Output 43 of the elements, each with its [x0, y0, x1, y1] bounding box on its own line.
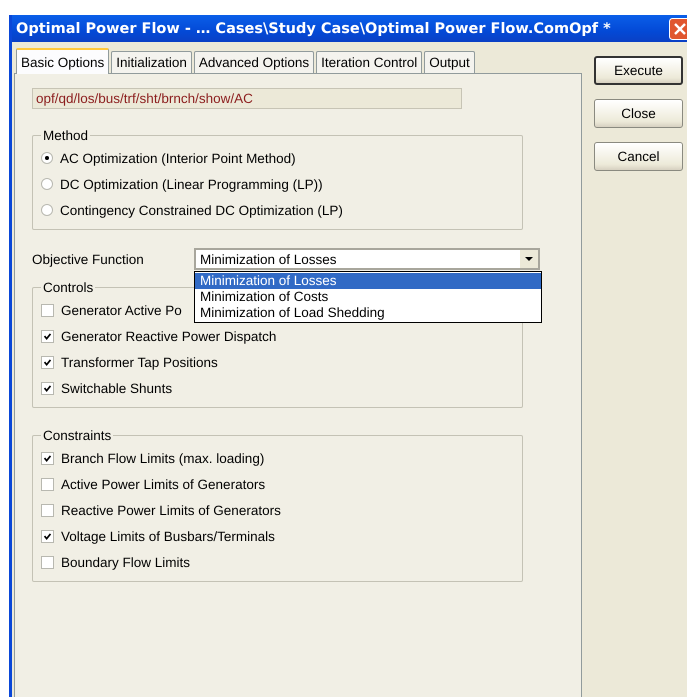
tab[interactable]: Iteration Control: [316, 51, 422, 73]
radio-button[interactable]: [41, 152, 53, 164]
objective-dropdown[interactable]: Minimization of Losses: [194, 248, 540, 270]
tab[interactable]: Basic Options: [16, 48, 110, 74]
checkbox-label: Reactive Power Limits of Generators: [61, 502, 281, 518]
radio-label: DC Optimization (Linear Programming (LP)): [60, 176, 323, 192]
command-field[interactable]: opf/qd/los/bus/trf/sht/brnch/show/AC: [32, 88, 462, 109]
dialog-button[interactable]: Cancel: [594, 142, 683, 171]
tab[interactable]: Output: [424, 51, 475, 73]
group-title: Constraints: [42, 428, 112, 443]
tab[interactable]: Advanced Options: [194, 51, 314, 73]
checkbox-label: Switchable Shunts: [61, 380, 172, 396]
dropdown-option[interactable]: Minimization of Load Shedding: [195, 305, 541, 321]
close-icon[interactable]: [669, 18, 687, 40]
radio-label: AC Optimization (Interior Point Method): [60, 150, 296, 166]
checkbox-label: Voltage Limits of Busbars/Terminals: [61, 528, 275, 544]
field-label: Objective Function: [32, 252, 145, 266]
checkbox-label: Transformer Tap Positions: [61, 354, 218, 370]
radio-button[interactable]: [41, 204, 53, 216]
checkbox[interactable]: [41, 504, 54, 516]
checkbox[interactable]: [41, 330, 54, 342]
checkbox[interactable]: [41, 304, 54, 316]
group-title: Controls: [42, 280, 94, 295]
checkbox[interactable]: [41, 556, 54, 568]
checkbox-label: Generator Active Po: [61, 302, 182, 318]
radio-button[interactable]: [41, 178, 53, 190]
checkbox[interactable]: [41, 452, 54, 464]
checkbox-label: Boundary Flow Limits: [61, 554, 190, 570]
dropdown-option[interactable]: Minimization of Costs: [195, 289, 541, 305]
group-title: Method: [42, 128, 90, 143]
radio-label: Contingency Constrained DC Optimization (LP): [60, 202, 343, 218]
checkbox[interactable]: [41, 382, 54, 394]
dialog-button[interactable]: Execute: [594, 56, 683, 85]
checkbox[interactable]: [41, 356, 54, 368]
checkbox[interactable]: [41, 478, 54, 490]
checkbox-label: Active Power Limits of Generators: [61, 476, 266, 492]
checkbox[interactable]: [41, 530, 54, 542]
tab[interactable]: Initialization: [111, 51, 192, 73]
window-title: Optimal Power Flow - … Cases\Study Case\Optimal Power Flow.ComOpf *: [16, 20, 611, 36]
checkbox-label: Generator Reactive Power Dispatch: [61, 328, 276, 344]
dialog-button[interactable]: Close: [594, 99, 683, 128]
checkbox-label: Branch Flow Limits (max. loading): [61, 450, 264, 466]
dropdown-option[interactable]: Minimization of Losses: [195, 273, 541, 289]
